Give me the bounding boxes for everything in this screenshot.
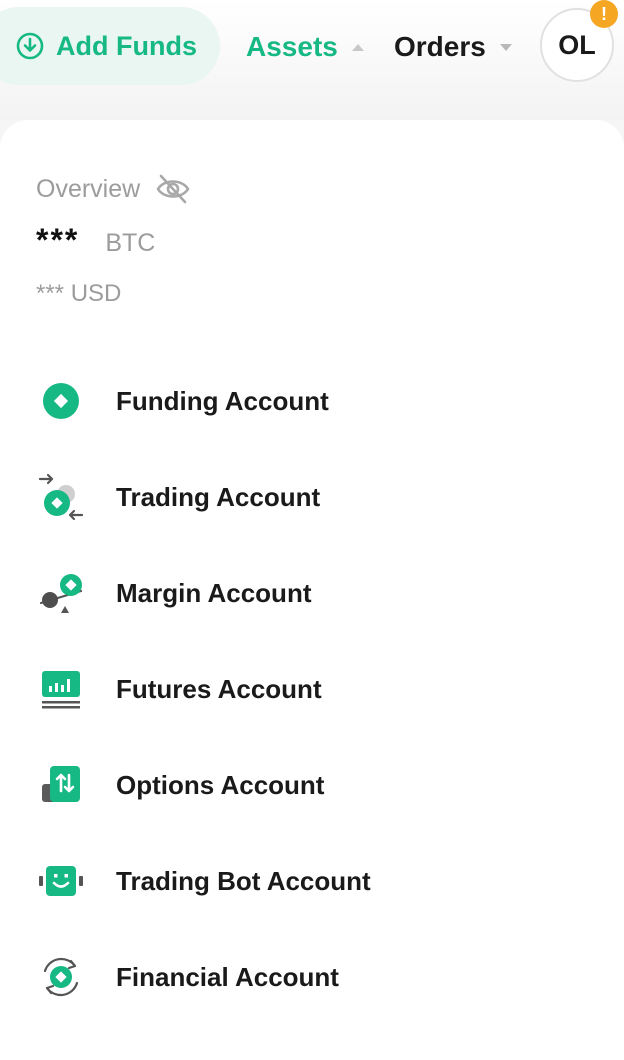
download-circle-icon xyxy=(16,32,44,60)
top-navigation-bar: Add Funds Assets Orders OL ! xyxy=(0,0,624,120)
btc-value: *** xyxy=(36,222,80,258)
overview-label: Overview xyxy=(36,174,141,203)
alert-badge: ! xyxy=(590,0,618,28)
nav-assets[interactable]: Assets xyxy=(246,28,364,66)
account-item-futures[interactable]: Futures Account xyxy=(0,649,624,729)
margin-icon xyxy=(36,568,86,618)
account-item-trading-bot[interactable]: Trading Bot Account xyxy=(0,841,624,921)
account-label: Financial Account xyxy=(116,961,339,992)
account-label: Funding Account xyxy=(116,385,329,416)
account-item-options[interactable]: Options Account xyxy=(0,745,624,825)
financial-icon xyxy=(36,952,86,1002)
trading-icon xyxy=(36,472,86,522)
btc-unit: BTC xyxy=(105,229,156,257)
trading-bot-icon xyxy=(36,856,86,906)
options-icon xyxy=(36,760,86,810)
account-item-financial[interactable]: Financial Account xyxy=(0,937,624,1017)
futures-icon xyxy=(36,664,86,714)
overview-header: Overview xyxy=(36,170,192,208)
nav-orders[interactable]: Orders xyxy=(394,28,512,66)
add-funds-button[interactable]: Add Funds xyxy=(0,7,220,85)
add-funds-label: Add Funds xyxy=(56,30,197,61)
account-item-margin[interactable]: Margin Account xyxy=(0,553,624,633)
nav-assets-label: Assets xyxy=(246,31,338,62)
account-item-trading[interactable]: Trading Account xyxy=(0,457,624,537)
eye-slash-icon[interactable] xyxy=(154,170,192,208)
account-label: Margin Account xyxy=(116,577,312,608)
alert-icon: ! xyxy=(601,3,607,24)
account-label: Trading Bot Account xyxy=(116,865,371,896)
btc-balance: *** BTC xyxy=(36,222,155,259)
caret-down-icon xyxy=(499,43,512,51)
caret-up-icon xyxy=(351,43,364,51)
account-label: Futures Account xyxy=(116,673,322,704)
funding-icon xyxy=(36,376,86,426)
avatar-initials: OL xyxy=(558,29,596,60)
account-item-funding[interactable]: Funding Account xyxy=(0,361,624,441)
account-label: Options Account xyxy=(116,769,325,800)
account-label: Trading Account xyxy=(116,481,321,512)
nav-orders-label: Orders xyxy=(394,31,486,62)
usd-balance: *** USD xyxy=(36,280,122,307)
